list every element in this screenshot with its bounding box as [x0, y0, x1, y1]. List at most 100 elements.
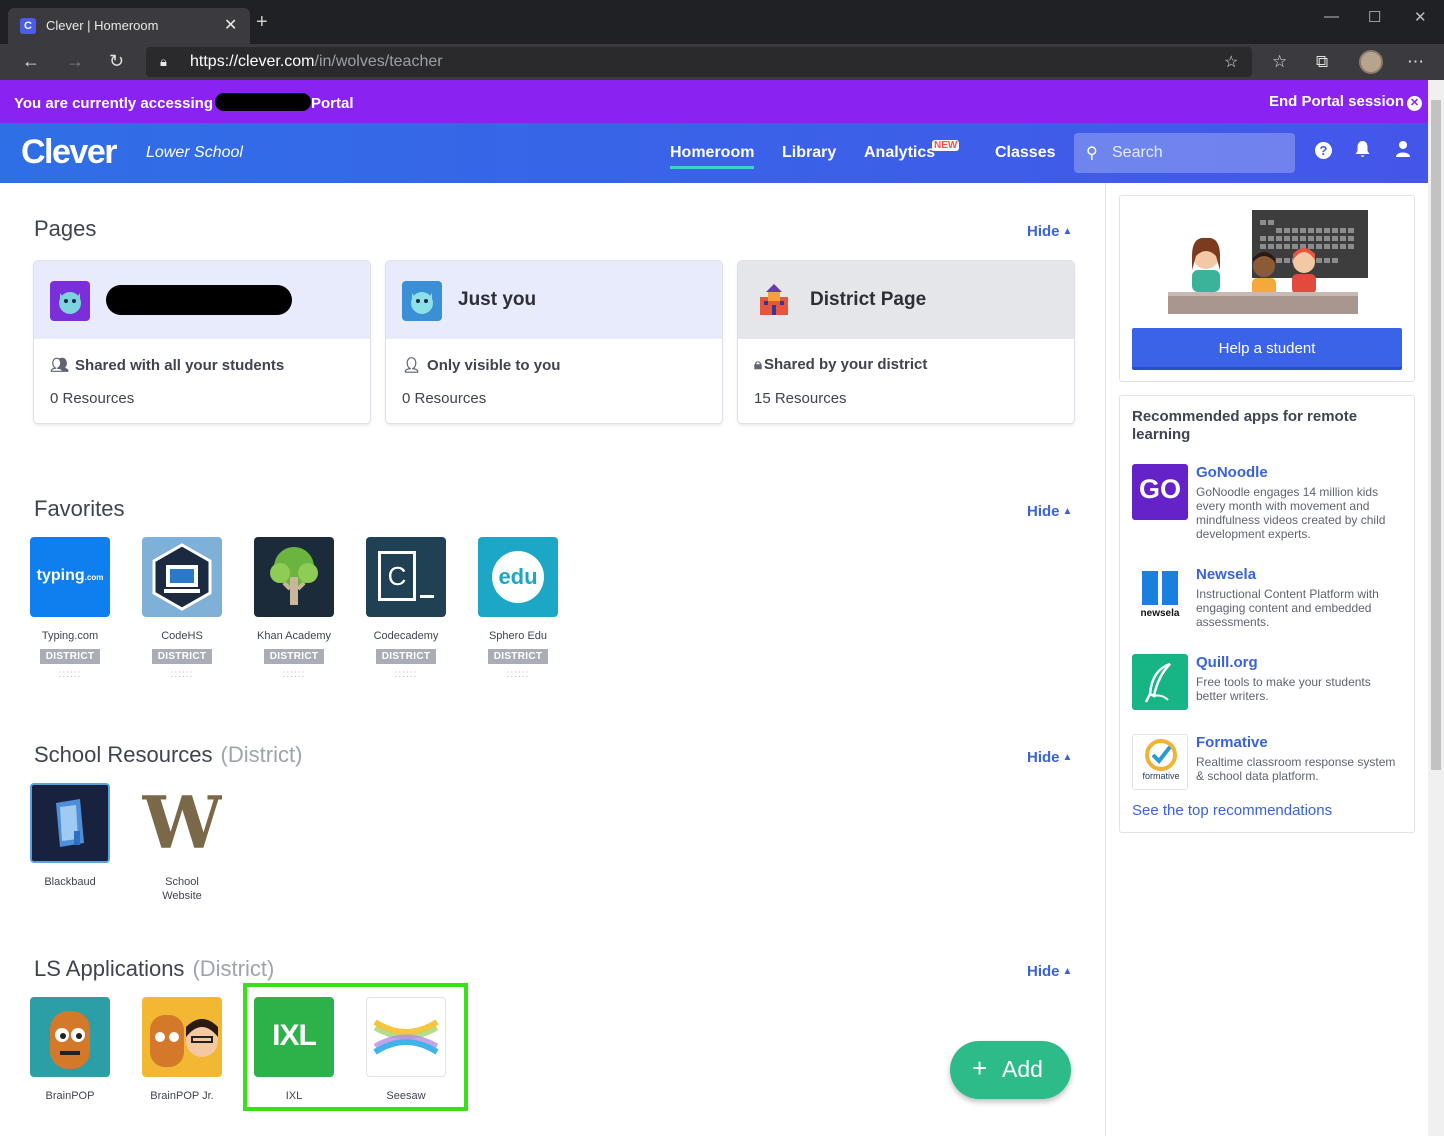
scrollbar-thumb[interactable] [1431, 100, 1441, 770]
app-typing-com[interactable]: typing.com Typing.com DISTRICT :::::: [25, 537, 115, 680]
minimize-icon[interactable]: — [1324, 8, 1339, 25]
help-icon[interactable]: ? [1315, 142, 1332, 159]
drag-handle-icon[interactable]: :::::: [137, 669, 227, 680]
rail-divider [1105, 183, 1106, 1136]
ls-applications-title: LS Applications (District) [34, 956, 275, 981]
portal-banner: You are currently accessing Portal End Po… [0, 80, 1444, 123]
nav-homeroom[interactable]: Homeroom [670, 144, 755, 169]
nav-library[interactable]: Library [782, 144, 836, 162]
app-name: School Website [162, 876, 202, 902]
app-name: Sphero Edu [488, 630, 548, 642]
pages-hide-toggle[interactable]: Hide ▲ [1027, 223, 1072, 240]
gonoodle-logo-icon: GO [1132, 464, 1188, 520]
clever-header: Clever Lower School Homeroom Library Ana… [0, 123, 1428, 183]
app-school-website[interactable]: W School Website [137, 783, 227, 903]
refresh-icon[interactable]: ↻ [109, 52, 124, 70]
drag-handle-icon[interactable]: :::::: [249, 669, 339, 680]
browser-tab[interactable]: C Clever | Homeroom ✕ [8, 8, 250, 44]
app-brainpop-jr[interactable]: BrainPOP Jr. [137, 997, 227, 1103]
rec-name[interactable]: Quill.org [1196, 654, 1258, 671]
rec-desc: Instructional Content Platform with enga… [1196, 587, 1379, 629]
more-menu-icon[interactable]: ⋯ [1407, 52, 1424, 72]
close-tab-icon[interactable]: ✕ [224, 15, 237, 35]
school-resources-title: School Resources (District) [34, 742, 303, 767]
redacted-page-title [106, 285, 292, 315]
end-portal-session-button[interactable]: End Portal session ✕ [1269, 93, 1422, 111]
url-field[interactable]: 🔒︎ https://clever.com/in/wolves/teacher … [146, 47, 1252, 77]
school-resources-hide-toggle[interactable]: Hide ▲ [1027, 749, 1072, 766]
help-a-student-button[interactable]: Help a student [1132, 328, 1402, 370]
app-khan-academy[interactable]: Khan Academy DISTRICT :::::: [249, 537, 339, 680]
new-tab-icon[interactable]: + [256, 12, 268, 32]
card-header [34, 261, 370, 339]
close-window-icon[interactable]: ✕ [1414, 8, 1427, 26]
plus-icon: + [972, 1053, 988, 1083]
app-name: CodeHS [161, 630, 203, 642]
app-codehs[interactable]: CodeHS DISTRICT :::::: [137, 537, 227, 680]
rec-desc: Realtime classroom response system & sch… [1196, 755, 1396, 783]
page-card-district[interactable]: District Page 🔒︎ Shared by your district … [737, 260, 1075, 424]
see-top-recommendations-link[interactable]: See the top recommendations [1132, 802, 1332, 819]
card-title: Just you [458, 289, 537, 310]
notifications-bell-icon[interactable] [1354, 140, 1371, 164]
card-share-text: 👤︎ Only visible to you [402, 357, 561, 374]
add-button[interactable]: + Add [950, 1041, 1071, 1099]
wolf-page-icon [402, 281, 442, 321]
district-badge: DISTRICT [39, 649, 101, 664]
user-icon[interactable] [1395, 140, 1411, 163]
page-card-class[interactable]: 👥︎ Shared with all your students 0 Resour… [33, 260, 371, 424]
drag-handle-icon[interactable]: :::::: [361, 669, 451, 680]
collections-icon[interactable]: ⧉ [1316, 52, 1328, 72]
card-header: Just you [386, 261, 722, 339]
app-sphero-edu[interactable]: edu Sphero Edu DISTRICT :::::: [473, 537, 563, 680]
favorites-title: Favorites [34, 496, 125, 521]
school-website-w-icon: W [142, 783, 222, 863]
app-name: Khan Academy [257, 630, 331, 642]
clever-logo[interactable]: Clever [21, 133, 117, 172]
card-share-text: 🔒︎ Shared by your district [754, 356, 928, 373]
rec-name[interactable]: Newsela [1196, 566, 1256, 583]
drag-handle-icon[interactable]: :::::: [473, 669, 563, 680]
wolf-page-icon [50, 281, 90, 321]
nav-classes[interactable]: Classes [995, 144, 1056, 162]
app-name: Typing.com [41, 630, 99, 642]
app-brainpop[interactable]: BrainPOP [25, 997, 115, 1103]
nav-analytics[interactable]: Analytics [864, 144, 935, 162]
app-codecademy[interactable]: C Codecademy DISTRICT :::::: [361, 537, 451, 680]
rec-desc: Free tools to make your students better … [1196, 675, 1371, 703]
app-name: BrainPOP [45, 1090, 95, 1102]
formative-logo-icon: formative [1132, 734, 1188, 790]
pages-title: Pages [34, 216, 97, 241]
maximize-icon[interactable]: ☐ [1368, 8, 1381, 26]
quill-feather-icon [1132, 654, 1188, 710]
app-blackbaud[interactable]: Blackbaud [25, 783, 115, 889]
card-share-text: 👥︎ Shared with all your students [50, 357, 285, 374]
search-input[interactable]: ⚲ Search [1074, 133, 1295, 173]
codehs-icon [142, 537, 222, 617]
back-icon[interactable]: ← [22, 52, 40, 70]
district-badge: DISTRICT [487, 649, 549, 664]
district-badge: DISTRICT [263, 649, 325, 664]
favorite-star-icon[interactable]: ☆ [1224, 52, 1238, 72]
card-resource-count: 0 Resources [402, 390, 487, 407]
app-name: BrainPOP Jr. [150, 1090, 214, 1102]
rec-name[interactable]: Formative [1196, 734, 1268, 751]
page-card-just-you[interactable]: Just you 👤︎ Only visible to you 0 Resourc… [385, 260, 723, 424]
favorites-hide-toggle[interactable]: Hide ▲ [1027, 503, 1072, 520]
browser-tab-bar: C Clever | Homeroom ✕ + — ☐ ✕ [0, 0, 1444, 44]
lock-icon: 🔒︎ [754, 356, 762, 373]
search-icon: ⚲ [1086, 145, 1098, 162]
new-badge: NEW [932, 140, 960, 151]
favorites-icon[interactable]: ☆ [1272, 52, 1287, 72]
drag-handle-icon[interactable]: :::::: [25, 669, 115, 680]
ls-applications-hide-toggle[interactable]: Hide ▲ [1027, 963, 1072, 980]
lock-icon: 🔒︎ [160, 54, 167, 69]
rec-name[interactable]: GoNoodle [1196, 464, 1268, 481]
tab-title: Clever | Homeroom [46, 18, 159, 33]
help-student-card: Help a student [1119, 195, 1415, 382]
profile-avatar[interactable] [1359, 50, 1383, 74]
forward-icon[interactable]: → [66, 52, 84, 70]
newsela-logo-icon: newsela [1132, 566, 1188, 622]
card-title: District Page [810, 289, 927, 310]
typing-icon: typing.com [30, 537, 110, 617]
